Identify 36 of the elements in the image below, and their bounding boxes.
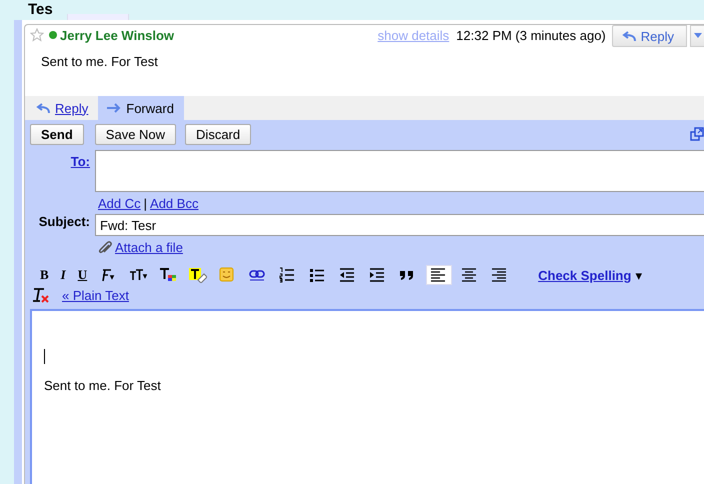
caret-icon[interactable]: ▾ xyxy=(635,268,642,282)
message-editor[interactable]: Sent to me. For Test xyxy=(30,309,704,484)
dropdown-button[interactable] xyxy=(690,25,704,47)
reply-arrow-icon[interactable] xyxy=(620,30,637,42)
attach-file-link[interactable]: Attach a file xyxy=(115,240,183,255)
to-field[interactable] xyxy=(95,150,704,192)
italic-button[interactable]: I xyxy=(58,265,69,285)
separator: | xyxy=(144,196,148,211)
action-button[interactable]: Discard xyxy=(185,124,252,144)
underline-button[interactable]: U xyxy=(74,265,90,285)
subject-field[interactable]: Fwd: Tesr xyxy=(95,214,704,236)
message-time: 12:32 PM (3 minutes ago) xyxy=(456,28,606,42)
paperclip-icon[interactable] xyxy=(98,240,112,254)
bold-button[interactable]: B xyxy=(37,265,52,285)
caret-icon[interactable] xyxy=(694,33,702,39)
subject-label: Subject: xyxy=(38,214,90,229)
star-icon[interactable] xyxy=(30,28,44,42)
reply-button[interactable]: Reply xyxy=(612,25,687,47)
text-cursor xyxy=(44,349,45,364)
editor-text: Sent to me. For Test xyxy=(44,378,162,393)
check-spelling-link[interactable]: Check Spelling xyxy=(538,268,632,282)
plain-text-link[interactable]: « Plain Text xyxy=(62,288,129,302)
reply-arrow-icon[interactable] xyxy=(35,102,51,114)
to-link[interactable]: To: xyxy=(70,154,90,169)
tab[interactable]: Reply xyxy=(33,96,98,120)
add-cc-link[interactable]: Add Cc xyxy=(98,196,141,211)
tab[interactable]: Forward xyxy=(98,96,184,120)
action-button[interactable]: Save Now xyxy=(94,124,176,144)
sender-name: Jerry Lee Winslow xyxy=(60,28,174,42)
add-bcc-link[interactable]: Add Bcc xyxy=(150,196,198,211)
action-button[interactable]: Send xyxy=(30,124,84,144)
page-title: Tes xyxy=(28,1,53,19)
popout-icon[interactable] xyxy=(690,127,704,141)
message-body: Sent to me. For Test xyxy=(40,53,159,71)
remove-formatting-icon[interactable] xyxy=(32,287,50,303)
align-left-icon[interactable] xyxy=(426,265,452,285)
